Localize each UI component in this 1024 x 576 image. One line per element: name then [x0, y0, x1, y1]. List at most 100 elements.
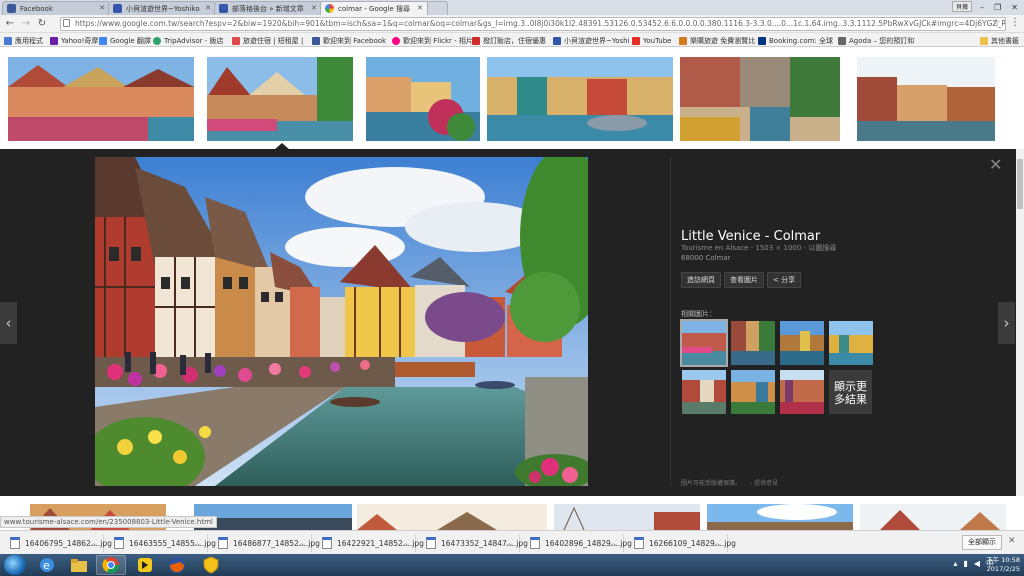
related-image[interactable] [731, 370, 775, 414]
download-item[interactable]: 16422921_14852....jpg ︿ [316, 534, 424, 552]
chevron-up-icon[interactable]: ︿ [506, 538, 513, 548]
related-image[interactable] [680, 319, 728, 367]
result-thumbnail-selected[interactable] [207, 57, 353, 141]
close-icon[interactable]: ✕ [99, 4, 105, 12]
bookmark-hotel[interactable]: 撥訂飯店，住宿優惠 [472, 35, 546, 46]
tab-facebook[interactable]: Facebook ✕ [2, 1, 110, 15]
related-image[interactable] [829, 321, 873, 365]
result-thumbnail[interactable] [857, 57, 995, 141]
bookmark-label: 歡迎來到 Facebook [323, 36, 387, 45]
ie-icon[interactable]: e [32, 555, 62, 575]
forward-icon[interactable]: → [19, 17, 33, 31]
preview-title[interactable]: Little Venice - Colmar [681, 229, 820, 244]
related-image[interactable] [780, 321, 824, 365]
firefox-icon[interactable] [162, 555, 192, 575]
result-thumbnail[interactable] [487, 57, 673, 141]
bookmark-label: Agoda – 您的預訂和 [849, 36, 915, 45]
download-item[interactable]: 16406795_14862....jpg ︿ [4, 534, 112, 552]
bookmark-star-icon[interactable]: ☆ [992, 18, 1000, 28]
page-scrollbar[interactable] [1016, 149, 1024, 496]
chevron-up-icon[interactable]: ︿ [194, 538, 201, 548]
tab-blog[interactable]: 小貝渲遊世界~Yoshiko ✕ [108, 1, 216, 15]
download-filename: 16422921_14852....jpg [337, 538, 424, 548]
result-thumbnail[interactable] [860, 504, 1006, 530]
start-button[interactable] [4, 555, 26, 575]
result-thumbnail[interactable] [707, 504, 853, 530]
show-more-results-button[interactable]: 顯示更 多結果 [829, 370, 872, 414]
related-image[interactable] [780, 370, 824, 414]
new-tab-button[interactable] [426, 1, 448, 15]
view-image-button[interactable]: 查看圖片 [724, 272, 764, 288]
close-downloads-icon[interactable]: ✕ [1008, 536, 1016, 546]
bookmark-apps[interactable]: 應用程式 [4, 35, 43, 46]
show-all-downloads-button[interactable]: 全部顯示 [962, 535, 1002, 550]
result-thumbnail[interactable] [366, 57, 480, 141]
close-preview-icon[interactable]: ✕ [989, 155, 1002, 174]
bookmark-other-folder[interactable]: 其他書籤 [980, 35, 1019, 46]
app-icon[interactable] [130, 555, 160, 575]
bookmark-booking[interactable]: Booking.com: 全球 [758, 35, 833, 46]
feedback-link[interactable]: - 提供意見 [750, 478, 778, 487]
bookmark-short-rental[interactable]: 旅遊住宿 | 短租屋 | [232, 35, 303, 46]
result-thumbnail[interactable] [357, 504, 547, 530]
chevron-up-icon[interactable]: ︿ [610, 538, 617, 548]
system-clock[interactable]: 下午 10:58 2017/2/25 [986, 556, 1020, 574]
security-shield-icon[interactable] [196, 555, 226, 575]
thumbnail-image [366, 57, 480, 141]
close-icon[interactable]: ✕ [205, 4, 211, 12]
preview-main-image[interactable] [95, 157, 588, 486]
previous-image-button[interactable]: ‹ [0, 302, 17, 344]
reload-icon[interactable]: ↻ [35, 17, 49, 31]
back-icon[interactable]: ← [3, 17, 17, 31]
chevron-up-icon[interactable]: ︿ [298, 538, 305, 548]
tab-blog-admin[interactable]: 部落格後台 » 新增文章 ✕ [214, 1, 322, 15]
preview-source[interactable]: Tourisme en Alsace - 1503 × 1000 - 以圖搜尋 [681, 243, 836, 253]
scrollbar-thumb[interactable] [1017, 159, 1023, 209]
lock-icon[interactable] [63, 19, 70, 27]
close-icon[interactable]: ✕ [311, 4, 317, 12]
next-image-button[interactable]: › [998, 302, 1015, 344]
url-input[interactable]: https://www.google.com.tw/search?espv=2&… [60, 17, 1006, 31]
bookmark-tripadvisor[interactable]: TripAdvisor - 飯店 [153, 35, 224, 46]
explorer-icon[interactable] [64, 555, 94, 575]
folder-icon [71, 559, 87, 572]
result-thumbnail[interactable] [554, 504, 700, 530]
close-icon[interactable]: ✕ [417, 4, 423, 12]
result-thumbnail[interactable] [680, 57, 840, 141]
close-window-icon[interactable]: ✕ [1011, 3, 1018, 12]
tab-bar: Facebook ✕ 小貝渲遊世界~Yoshiko ✕ 部落格後台 » 新增文章… [0, 0, 1024, 15]
download-item[interactable]: 16463555_14855....jpg ︿ [108, 534, 216, 552]
bookmark-youtube[interactable]: YouTube [632, 35, 671, 46]
menu-icon[interactable]: ⋮ [1010, 17, 1020, 28]
bookmark-agoda[interactable]: Agoda – 您的預訂和 [838, 35, 914, 46]
chevron-up-icon[interactable]: ︿ [402, 538, 409, 548]
network-icon[interactable]: ▮ [963, 559, 967, 568]
download-item[interactable]: 16486877_14852....jpg ︿ [212, 534, 320, 552]
volume-icon[interactable]: ◀ [974, 559, 980, 568]
image-file-icon [218, 537, 228, 549]
result-thumbnail[interactable] [8, 57, 194, 141]
share-button[interactable]: < 分享 [767, 272, 802, 288]
bookmark-label: 撥訂飯店，住宿優惠 [483, 36, 546, 45]
tab-google-search[interactable]: colmar - Google 搜尋 ✕ [320, 1, 428, 15]
maximize-icon[interactable]: ❐ [994, 3, 1001, 12]
bookmark-google-translate[interactable]: Google 翻譯 [99, 35, 151, 46]
tray-arrow-icon[interactable]: ▴ [953, 559, 957, 568]
chevron-up-icon[interactable]: ︿ [90, 538, 97, 548]
download-item[interactable]: 16266109_14829....jpg ︿ [628, 534, 736, 552]
bookmark-facebook[interactable]: 歡迎來到 Facebook [312, 35, 386, 46]
download-item[interactable]: 16402896_14829....jpg ︿ [524, 534, 632, 552]
download-item[interactable]: 16473352_14847....jpg ︿ [420, 534, 528, 552]
result-thumbnail[interactable] [194, 504, 352, 530]
minimize-icon[interactable]: – [980, 3, 984, 12]
related-image[interactable] [731, 321, 775, 365]
profile-badge[interactable]: 貝薇 [951, 1, 972, 12]
bookmark-yoshiko-blog[interactable]: 小貝渲遊世界~Yoshi [553, 35, 630, 46]
visit-page-button[interactable]: 造訪網頁 [681, 272, 721, 288]
related-image[interactable] [682, 370, 726, 414]
bookmark-travel-compare[interactable]: 樂購旅遊 免費瀏覽比 [679, 35, 755, 46]
bookmark-yahoo[interactable]: Yahoo!奇摩 [50, 35, 98, 46]
chrome-taskbar-button[interactable] [96, 555, 126, 575]
bookmark-flickr[interactable]: 歡迎來到 Flickr - 相片 [392, 35, 473, 46]
chevron-up-icon[interactable]: ︿ [714, 538, 721, 548]
